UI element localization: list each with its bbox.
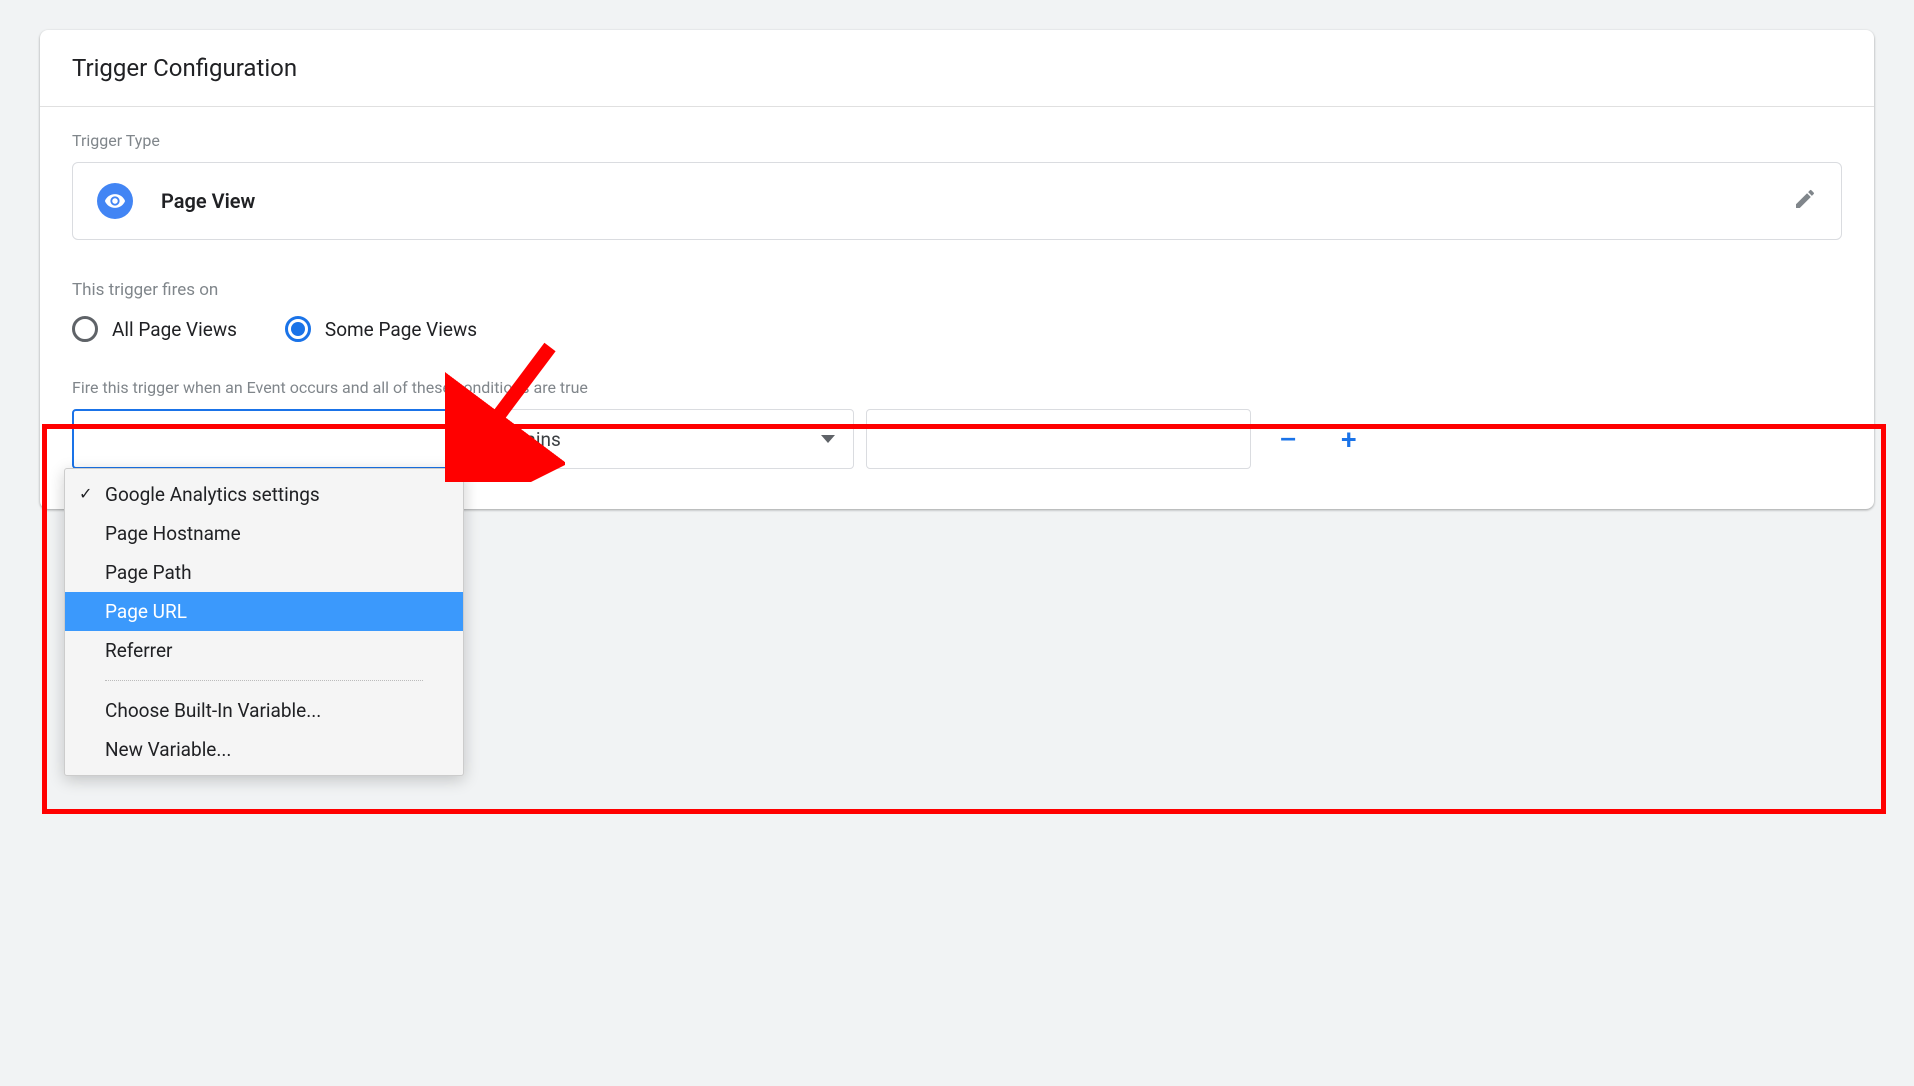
radio-circle-all xyxy=(72,316,98,342)
dropdown-item-page-url[interactable]: Page URL xyxy=(65,592,463,631)
dropdown-item-page-path[interactable]: Page Path xyxy=(65,553,463,592)
add-condition-button[interactable]: + xyxy=(1325,423,1373,456)
fires-on-label: This trigger fires on xyxy=(72,280,1842,300)
radio-circle-some xyxy=(285,316,311,342)
value-input[interactable] xyxy=(866,409,1251,469)
radio-all-page-views[interactable]: All Page Views xyxy=(72,316,237,342)
radio-some-label: Some Page Views xyxy=(325,318,477,341)
trigger-type-left: Page View xyxy=(97,183,255,219)
trigger-type-box[interactable]: Page View xyxy=(72,162,1842,240)
radio-all-label: All Page Views xyxy=(112,318,237,341)
chevron-down-icon xyxy=(821,435,835,443)
eye-icon xyxy=(97,183,133,219)
card-header: Trigger Configuration xyxy=(40,30,1874,107)
conditions-row: contains – + xyxy=(72,409,1842,469)
trigger-type-name: Page View xyxy=(161,189,255,213)
radio-row: All Page Views Some Page Views xyxy=(72,316,1842,342)
variable-select[interactable] xyxy=(72,409,457,469)
conditions-section: Fire this trigger when an Event occurs a… xyxy=(72,378,1842,469)
operator-select-text: contains xyxy=(488,428,561,451)
dropdown-divider xyxy=(105,680,423,681)
trigger-config-card: Trigger Configuration Trigger Type Page … xyxy=(40,30,1874,509)
card-body: Trigger Type Page View This trigger fire… xyxy=(40,107,1874,509)
card-title: Trigger Configuration xyxy=(72,54,1842,82)
variable-dropdown-menu: Google Analytics settings Page Hostname … xyxy=(64,468,464,776)
dropdown-item-new-variable[interactable]: New Variable... xyxy=(65,730,463,769)
edit-icon[interactable] xyxy=(1793,187,1817,215)
radio-some-page-views[interactable]: Some Page Views xyxy=(285,316,477,342)
remove-condition-button[interactable]: – xyxy=(1263,423,1313,456)
dropdown-item-ga-settings[interactable]: Google Analytics settings xyxy=(65,475,463,514)
conditions-label: Fire this trigger when an Event occurs a… xyxy=(72,378,1842,397)
operator-select[interactable]: contains xyxy=(469,409,854,469)
trigger-type-label: Trigger Type xyxy=(72,131,1842,150)
dropdown-item-referrer[interactable]: Referrer xyxy=(65,631,463,670)
dropdown-item-choose-builtin[interactable]: Choose Built-In Variable... xyxy=(65,691,463,730)
dropdown-item-page-hostname[interactable]: Page Hostname xyxy=(65,514,463,553)
